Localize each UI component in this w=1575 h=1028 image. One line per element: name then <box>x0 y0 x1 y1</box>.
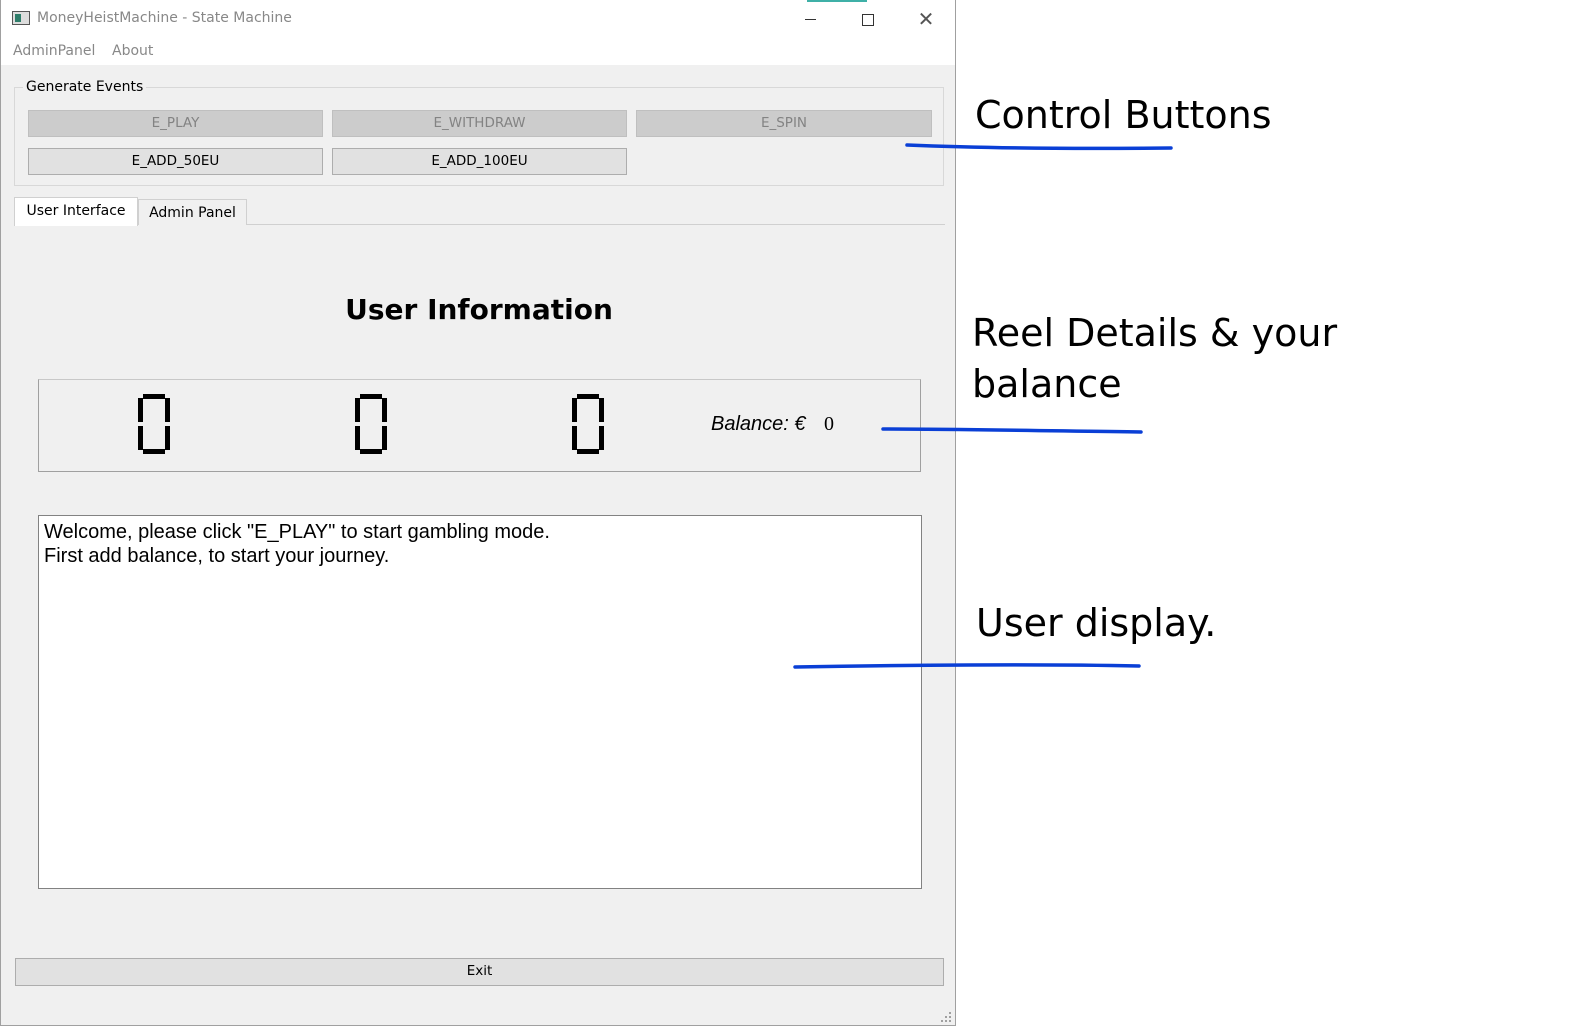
display-line: First add balance, to start your journey… <box>44 545 390 567</box>
lcd-segment-f <box>355 398 360 422</box>
annotation-reel-details-line2: balance <box>972 362 1122 406</box>
reel-2-lcd-digit <box>355 394 387 454</box>
close-button[interactable]: ✕ <box>903 0 949 38</box>
lcd-segment-d <box>143 449 165 454</box>
lcd-segment-d <box>577 449 599 454</box>
reel-3-lcd-digit <box>572 394 604 454</box>
annotation-control-buttons: Control Buttons <box>975 93 1272 137</box>
lcd-segment-e <box>572 426 577 450</box>
menu-item-adminpanel[interactable]: AdminPanel <box>13 43 95 59</box>
title-bar[interactable]: MoneyHeistMachine - State Machine ✕ <box>1 0 955 38</box>
lcd-segment-f <box>572 398 577 422</box>
user-information-title: User Information <box>345 293 613 326</box>
size-grip-icon[interactable] <box>939 1010 953 1024</box>
minimize-icon <box>804 19 816 20</box>
app-window: MoneyHeistMachine - State Machine ✕ Admi… <box>0 0 956 1026</box>
lcd-segment-c <box>382 426 387 450</box>
user-display[interactable]: Welcome, please click "E_PLAY" to start … <box>38 515 922 889</box>
balance-value: 0 <box>824 413 834 435</box>
e-spin-button[interactable]: E_SPIN <box>636 110 932 137</box>
close-icon: ✕ <box>917 7 935 31</box>
lcd-segment-b <box>599 398 604 422</box>
lcd-segment-a <box>577 394 599 399</box>
tab-admin-panel[interactable]: Admin Panel <box>138 199 247 225</box>
exit-button[interactable]: Exit <box>15 958 944 986</box>
balance-label: Balance: € <box>711 413 806 435</box>
e-withdraw-button[interactable]: E_WITHDRAW <box>332 110 627 137</box>
window-title: MoneyHeistMachine - State Machine <box>37 10 292 26</box>
menu-bar: AdminPanel About <box>1 38 955 65</box>
annotation-reel-details-line1: Reel Details & your <box>972 311 1338 355</box>
lcd-segment-a <box>143 394 165 399</box>
generate-events-title: Generate Events <box>23 79 147 95</box>
maximize-icon <box>862 13 874 26</box>
lcd-segment-f <box>138 398 143 422</box>
lcd-segment-a <box>360 394 382 399</box>
display-line: Welcome, please click "E_PLAY" to start … <box>44 521 550 543</box>
tab-user-interface[interactable]: User Interface <box>14 197 138 226</box>
annotation-user-display: User display. <box>976 601 1217 645</box>
maximize-button[interactable] <box>845 0 891 38</box>
lcd-segment-b <box>165 398 170 422</box>
lcd-segment-c <box>165 426 170 450</box>
minimize-button[interactable] <box>787 0 833 38</box>
app-icon <box>12 11 30 25</box>
e-play-button[interactable]: E_PLAY <box>28 110 323 137</box>
lcd-segment-d <box>360 449 382 454</box>
lcd-segment-c <box>599 426 604 450</box>
e-add-100eu-button[interactable]: E_ADD_100EU <box>332 148 627 175</box>
menu-item-about[interactable]: About <box>112 43 153 59</box>
reel-1-lcd-digit <box>138 394 170 454</box>
lcd-segment-e <box>355 426 360 450</box>
lcd-segment-e <box>138 426 143 450</box>
lcd-segment-b <box>382 398 387 422</box>
e-add-50eu-button[interactable]: E_ADD_50EU <box>28 148 323 175</box>
